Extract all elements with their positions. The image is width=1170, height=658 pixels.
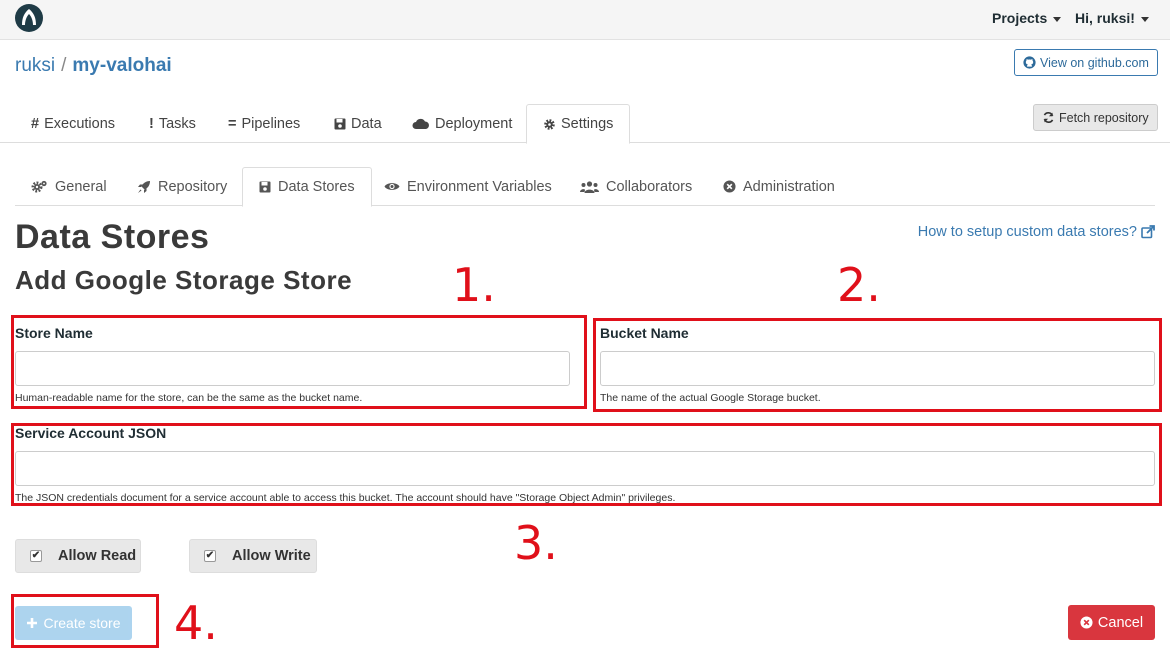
annotation-number-1: 1. xyxy=(452,258,496,312)
create-store-label: Create store xyxy=(43,615,121,631)
allow-write-checkbox[interactable]: ✔ xyxy=(204,550,216,562)
allow-read-checkbox[interactable]: ✔ xyxy=(30,550,42,562)
store-name-help: Human-readable name for the store, can b… xyxy=(15,392,363,404)
tab-label: Pipelines xyxy=(241,115,301,132)
github-icon xyxy=(1023,56,1036,69)
gears-icon xyxy=(31,180,48,193)
allow-write-toggle[interactable]: ✔ Allow Write xyxy=(189,539,317,573)
projects-menu[interactable]: Projects xyxy=(992,10,1062,26)
tab-label: Executions xyxy=(44,115,116,132)
breadcrumb-owner-link[interactable]: ruksi xyxy=(15,55,55,76)
subtab-label: Collaborators xyxy=(606,178,693,195)
tab-label: Settings xyxy=(561,116,614,132)
subtab-label: Data Stores xyxy=(278,179,355,195)
user-menu[interactable]: Hi, ruksi! xyxy=(1075,10,1149,26)
store-name-input[interactable] xyxy=(15,351,570,386)
tab-label: Tasks xyxy=(158,115,196,132)
subtab-environment-variables[interactable]: Environment Variables xyxy=(368,167,568,206)
user-menu-label: Hi, ruksi! xyxy=(1075,10,1135,26)
tab-deployment[interactable]: Deployment xyxy=(396,104,528,143)
tab-settings[interactable]: Settings xyxy=(526,104,631,144)
breadcrumb-project-link[interactable]: my-valohai xyxy=(72,55,171,76)
tab-label: Data xyxy=(351,115,382,132)
allow-read-toggle[interactable]: ✔ Allow Read xyxy=(15,539,141,573)
cancel-button[interactable]: Cancel xyxy=(1068,605,1155,640)
bucket-name-help: The name of the actual Google Storage bu… xyxy=(600,392,821,404)
bucket-name-label: Bucket Name xyxy=(600,325,689,341)
tab-data[interactable]: Data xyxy=(318,104,398,143)
project-tabs: # Executions ! Tasks = Pipelines Data De… xyxy=(0,104,1170,144)
allow-write-label: Allow Write xyxy=(232,548,311,564)
tab-label: Deployment xyxy=(435,115,513,132)
allow-read-label: Allow Read xyxy=(58,548,137,564)
top-navbar: Projects Hi, ruksi! xyxy=(0,0,1170,40)
service-account-json-label: Service Account JSON xyxy=(15,425,167,441)
tab-tasks[interactable]: ! Tasks xyxy=(133,104,212,143)
store-name-label: Store Name xyxy=(15,325,93,341)
times-circle-icon xyxy=(723,180,736,193)
floppy-icon xyxy=(259,181,271,193)
subtab-administration[interactable]: Administration xyxy=(707,167,851,206)
tab-executions[interactable]: # Executions xyxy=(15,104,131,143)
cancel-label: Cancel xyxy=(1097,614,1144,631)
page-title: Data Stores xyxy=(15,218,210,256)
annotation-number-4: 4. xyxy=(174,596,218,650)
create-store-button[interactable]: Create store xyxy=(15,606,132,640)
subtab-label: Repository xyxy=(158,178,228,195)
users-icon xyxy=(580,180,599,193)
tab-pipelines[interactable]: = Pipelines xyxy=(212,104,316,143)
plus-icon xyxy=(26,617,38,629)
subtab-label: General xyxy=(55,178,107,195)
subtab-label: Administration xyxy=(743,178,835,195)
times-circle-icon xyxy=(1080,616,1093,629)
bucket-name-input[interactable] xyxy=(600,351,1155,386)
annotation-number-2: 2. xyxy=(837,258,881,312)
view-on-github-label: View on github.com xyxy=(1040,55,1149,70)
cloud-icon xyxy=(412,118,430,130)
exclamation-icon: ! xyxy=(149,115,154,132)
page-subtitle: Add Google Storage Store xyxy=(15,265,353,295)
eye-icon xyxy=(384,181,400,192)
subtab-label: Environment Variables xyxy=(407,178,552,195)
subtab-data-stores[interactable]: Data Stores xyxy=(242,167,372,207)
chevron-down-icon xyxy=(1053,16,1062,22)
chevron-down-icon xyxy=(1140,16,1149,22)
breadcrumb-separator: / xyxy=(61,55,67,76)
rocket-icon xyxy=(137,180,151,194)
help-link-label: How to setup custom data stores? xyxy=(917,224,1137,240)
hash-icon: # xyxy=(31,115,40,132)
subtab-repository[interactable]: Repository xyxy=(121,167,243,206)
equals-icon: = xyxy=(228,115,237,132)
external-link-icon xyxy=(1141,225,1155,239)
breadcrumb: ruksi / my-valohai xyxy=(15,55,172,77)
settings-tabs: General Repository Data Stores Environme… xyxy=(15,167,1155,207)
service-account-json-input[interactable] xyxy=(15,451,1155,486)
subtab-general[interactable]: General xyxy=(15,167,123,206)
valohai-logo-icon[interactable] xyxy=(15,4,43,32)
projects-menu-label: Projects xyxy=(992,10,1048,26)
service-account-json-help: The JSON credentials document for a serv… xyxy=(15,492,676,504)
annotation-number-3: 3. xyxy=(514,516,558,570)
subtab-collaborators[interactable]: Collaborators xyxy=(564,167,708,206)
floppy-icon xyxy=(334,118,346,130)
view-on-github-button[interactable]: View on github.com xyxy=(1014,49,1158,76)
gear-icon xyxy=(543,118,556,131)
help-link[interactable]: How to setup custom data stores? xyxy=(918,224,1155,240)
